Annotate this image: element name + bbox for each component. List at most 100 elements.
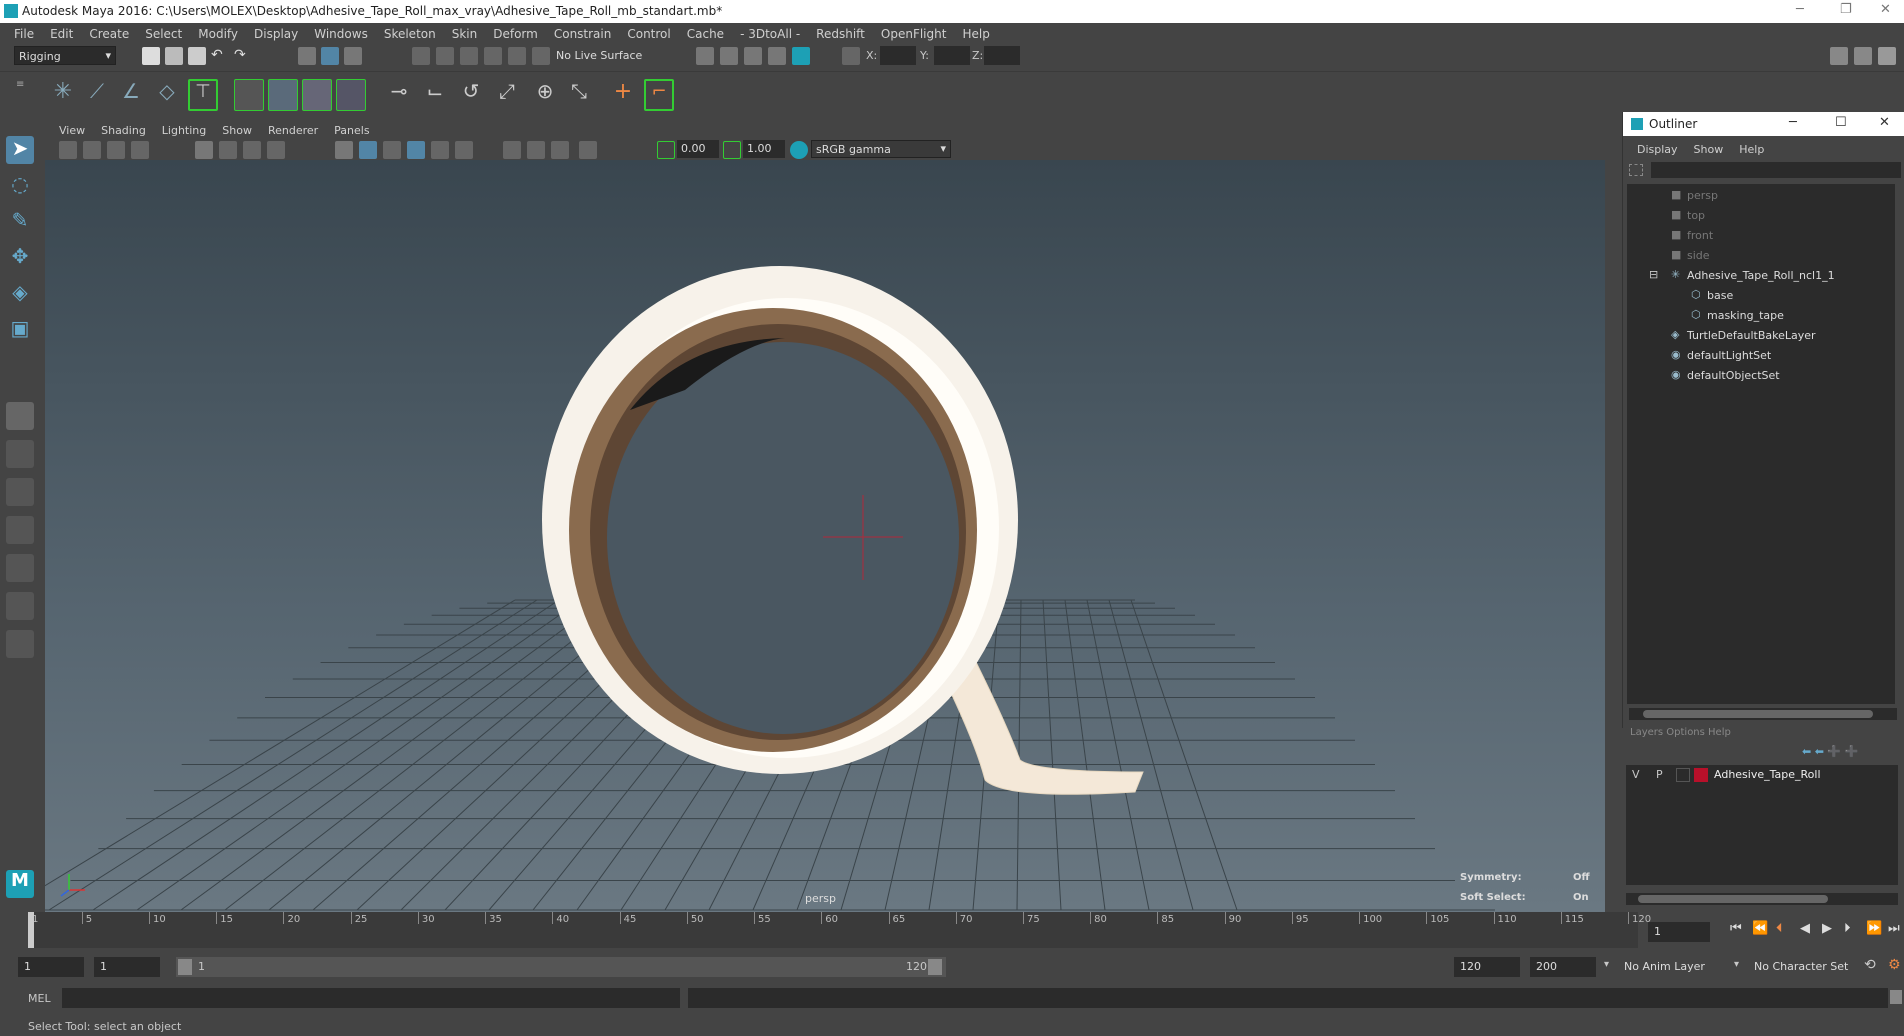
live-surface-label[interactable]: No Live Surface (556, 49, 642, 62)
image-plane-icon[interactable] (131, 141, 149, 159)
cluster-icon[interactable] (302, 79, 332, 111)
layer-visible-toggle[interactable]: V (1632, 768, 1640, 781)
outliner-item[interactable]: ⬡ masking_tape (1627, 306, 1895, 326)
filter-icon[interactable] (1629, 164, 1643, 176)
scrollbar-thumb[interactable] (1643, 710, 1873, 718)
preferences-icon[interactable]: ⚙ (1888, 957, 1901, 973)
outliner-item[interactable]: ■ front (1627, 226, 1895, 246)
menu-item-display[interactable]: Display (246, 27, 306, 41)
viewport-menu-show[interactable]: Show (214, 124, 260, 137)
hypershade-icon[interactable] (792, 47, 810, 65)
gate-mask-icon[interactable] (267, 141, 285, 159)
save-scene-icon[interactable] (188, 47, 206, 65)
parent-constraint-icon[interactable]: ⊕ (530, 79, 560, 111)
attribute-editor-icon[interactable] (1854, 47, 1872, 65)
point-constraint-icon[interactable]: ⊸ (384, 79, 414, 111)
aim-constraint-icon[interactable]: ⌙ (420, 79, 450, 111)
step-forward-key-icon[interactable]: ⏩ (1866, 921, 1882, 936)
step-forward-frame-icon[interactable]: ⏵ (1844, 921, 1851, 936)
menu-set-dropdown[interactable]: Rigging ▾ (14, 46, 116, 65)
pole-vector-icon[interactable]: ⤡ (564, 79, 594, 111)
play-backward-icon[interactable]: ◀ (1800, 921, 1810, 936)
gamma-field[interactable]: 1.00 (743, 140, 785, 158)
current-time-indicator[interactable] (28, 912, 34, 948)
shadows-icon[interactable] (455, 141, 473, 159)
viewport-canvas[interactable]: persp Symmetry: Off Soft Select: On (45, 160, 1605, 912)
render-layout-icon[interactable] (6, 592, 34, 620)
render-settings-icon[interactable] (696, 47, 714, 65)
scale-constraint-icon[interactable]: ⤢ (492, 79, 522, 111)
outliner-horizontal-scrollbar[interactable] (1629, 708, 1897, 720)
playback-end-field[interactable]: 120 (1454, 957, 1520, 977)
menu-item-openflight[interactable]: OpenFlight (873, 27, 955, 41)
close-icon[interactable]: ✕ (1879, 115, 1890, 130)
layer-reference-toggle[interactable] (1676, 768, 1690, 782)
outliner-menu-display[interactable]: Display (1629, 143, 1686, 156)
transform-mode-icon[interactable] (842, 47, 860, 65)
playback-start-field[interactable]: 1 (94, 957, 160, 977)
wrap-icon[interactable] (336, 79, 366, 111)
outliner-item[interactable]: ⬡ base (1627, 286, 1895, 306)
outliner-menu-help[interactable]: Help (1731, 143, 1772, 156)
outliner-menu-show[interactable]: Show (1686, 143, 1732, 156)
snap-grid-icon[interactable] (412, 47, 430, 65)
magnet-icon[interactable] (532, 47, 550, 65)
move-tool-icon[interactable]: ✥ (6, 244, 34, 272)
gamma-icon[interactable] (723, 141, 741, 159)
layer-color-swatch[interactable] (1694, 768, 1708, 782)
outliner-item[interactable]: ⊟ ✳ Adhesive_Tape_Roll_ncl1_1 (1627, 266, 1895, 286)
exposure-field[interactable]: 0.00 (677, 140, 719, 158)
viewport-menu-shading[interactable]: Shading (93, 124, 154, 137)
bind-skin-icon[interactable]: ⊤ (188, 79, 218, 111)
menu-item-cache[interactable]: Cache (679, 27, 732, 41)
auto-key-icon[interactable]: ⟲ (1864, 957, 1876, 973)
render-frame-icon[interactable] (720, 47, 738, 65)
xray-icon[interactable] (503, 141, 521, 159)
outliner-item[interactable]: ■ persp (1627, 186, 1895, 206)
animation-start-field[interactable]: 1 (18, 957, 84, 977)
outliner-item[interactable]: ◉ defaultLightSet (1627, 346, 1895, 366)
scrollbar-thumb[interactable] (1638, 895, 1828, 903)
insert-joint-icon[interactable]: ◇ (152, 79, 182, 111)
time-slider[interactable]: 1 5 10 15 20 25 30 35 40 45 50 55 60 65 70 75 80 85 90 95 10… (0, 912, 1904, 952)
close-button[interactable]: ✕ (1880, 2, 1891, 17)
snap-curve-icon[interactable] (436, 47, 454, 65)
outliner-item[interactable]: ◉ defaultObjectSet (1627, 366, 1895, 386)
ipr-render-icon[interactable] (744, 47, 762, 65)
bookmark-icon[interactable] (107, 141, 125, 159)
viewport-menu-panels[interactable]: Panels (326, 124, 377, 137)
joint-tool-icon[interactable]: ✳ (48, 79, 78, 111)
open-scene-icon[interactable] (165, 47, 183, 65)
camera-attributes-icon[interactable] (83, 141, 101, 159)
time-ruler[interactable]: 1 5 10 15 20 25 30 35 40 45 50 55 60 65 70 75 80 85 90 95 10… (28, 912, 1651, 948)
menu-item-redshift[interactable]: Redshift (808, 27, 873, 41)
z-field[interactable] (984, 46, 1020, 65)
menu-item-select[interactable]: Select (137, 27, 190, 41)
script-editor-icon[interactable] (1890, 990, 1902, 1004)
menu-item-modify[interactable]: Modify (190, 27, 246, 41)
orient-constraint-icon[interactable]: ↺ (456, 79, 486, 111)
step-back-key-icon[interactable]: ⏪ (1752, 921, 1768, 936)
snap-point-icon[interactable] (460, 47, 478, 65)
layer-row[interactable]: V P Adhesive_Tape_Roll (1626, 765, 1898, 785)
single-view-layout-icon[interactable] (6, 402, 34, 430)
select-object-icon[interactable] (321, 47, 339, 65)
persp-outliner-layout-icon[interactable] (6, 478, 34, 506)
restore-button[interactable]: ❐ (1840, 2, 1852, 17)
redo-icon[interactable]: ↷ (234, 47, 252, 65)
maximize-icon[interactable]: ☐ (1835, 115, 1847, 130)
color-management-icon[interactable] (790, 141, 808, 159)
xray-joints-icon[interactable] (527, 141, 545, 159)
exposure-icon[interactable] (657, 141, 675, 159)
textured-icon[interactable] (407, 141, 425, 159)
resolution-gate-icon[interactable] (243, 141, 261, 159)
wireframe-on-shaded-icon[interactable] (383, 141, 401, 159)
minimize-button[interactable]: ─ (1796, 2, 1804, 17)
viewport-menu-renderer[interactable]: Renderer (260, 124, 326, 137)
grid-toggle-icon[interactable] (195, 141, 213, 159)
menu-item-skin[interactable]: Skin (444, 27, 486, 41)
outliner-item[interactable]: ◈ TurtleDefaultBakeLayer (1627, 326, 1895, 346)
persp-graph-layout-icon[interactable] (6, 516, 34, 544)
viewport-menu-view[interactable]: View (51, 124, 93, 137)
layer-playback-toggle[interactable]: P (1656, 768, 1663, 781)
